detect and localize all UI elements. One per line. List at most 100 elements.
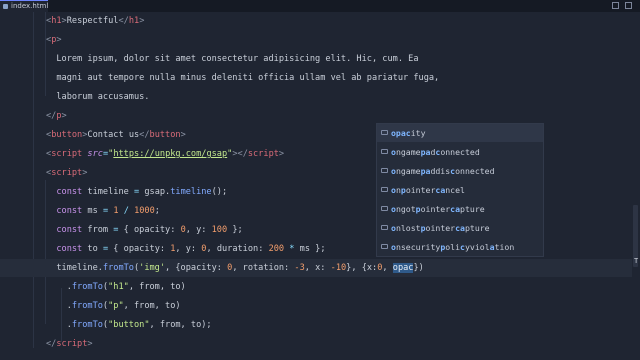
code-token: ms bbox=[82, 206, 103, 216]
code-token: . bbox=[46, 301, 72, 311]
code-token: timeline bbox=[82, 187, 134, 197]
code-line[interactable]: </script> bbox=[0, 335, 632, 353]
code-line[interactable]: .fromTo("p", from, to) bbox=[0, 297, 632, 315]
code-line-current[interactable]: timeline.fromTo('img', {opacity: 0, rota… bbox=[0, 259, 632, 277]
code-token: h1 bbox=[51, 16, 62, 26]
code-token: > bbox=[56, 35, 62, 45]
suggestion-text: yviol bbox=[464, 242, 490, 252]
code-text: <h1>Respectful</h1> bbox=[46, 15, 144, 27]
code-text: </p> bbox=[46, 110, 67, 122]
suggestion-text: ity bbox=[410, 128, 426, 138]
code-token: h1 bbox=[128, 16, 140, 26]
suggestion-item[interactable]: ongotpointercapture bbox=[377, 200, 543, 218]
code-text: <p> bbox=[46, 34, 62, 46]
suggestion-label: onsecuritypolicyviolation bbox=[391, 241, 514, 253]
code-token: const bbox=[56, 206, 83, 216]
code-text: const timeline = gsap.timeline(); bbox=[46, 186, 227, 198]
layout-icon[interactable] bbox=[625, 2, 632, 9]
code-text: .fromTo("p", from, to) bbox=[46, 300, 181, 312]
code-token: , rotation: bbox=[232, 263, 295, 273]
code-token: -3 bbox=[294, 263, 305, 273]
code-token: }) bbox=[413, 263, 424, 273]
code-token: , from, to); bbox=[149, 320, 212, 330]
code-text: laborum accusamus. bbox=[46, 91, 149, 103]
code-token: , {opacity: bbox=[165, 263, 228, 273]
code-token: Contact us bbox=[87, 130, 140, 140]
code-token: const bbox=[56, 225, 83, 235]
suggestion-label: opacity bbox=[391, 127, 426, 139]
suggestion-label: ongotpointercapture bbox=[391, 203, 485, 215]
suggestion-text: onnected bbox=[440, 147, 480, 157]
code-line[interactable]: <p> bbox=[0, 31, 632, 49]
match-highlight: pa bbox=[420, 166, 431, 176]
suggestion-text: ointer bbox=[420, 204, 451, 214]
code-token: script bbox=[56, 339, 88, 349]
code-token: script bbox=[51, 149, 83, 159]
suggestion-item[interactable]: ongamepadconnected bbox=[377, 143, 543, 161]
autocomplete-dropdown[interactable]: opacity ongamepadconnected ongamepaddiscon… bbox=[376, 123, 544, 257]
suggestion-text: ointer bbox=[425, 223, 456, 233]
code-token: from bbox=[82, 225, 114, 235]
suggestion-text: ngot bbox=[395, 204, 416, 214]
match-highlight: ca bbox=[455, 223, 465, 233]
suggestion-text: onnected bbox=[455, 166, 495, 176]
match-highlight: ca bbox=[435, 185, 446, 195]
code-token: ></ bbox=[232, 149, 248, 159]
code-token: 'img' bbox=[139, 263, 166, 273]
code-token: fromTo bbox=[102, 263, 134, 273]
code-token: > bbox=[82, 168, 88, 178]
code-line[interactable]: laborum accusamus. bbox=[0, 88, 632, 106]
code-token: timeline. bbox=[46, 263, 103, 273]
code-token: , x: bbox=[304, 263, 331, 273]
code-token: ms }; bbox=[294, 244, 326, 254]
code-token: script bbox=[51, 168, 83, 178]
code-token: . bbox=[46, 282, 72, 292]
tab-index-html[interactable]: index.html bbox=[0, 0, 48, 12]
code-token: . bbox=[46, 320, 72, 330]
code-line[interactable]: magni aut tempore nulla minus deleniti o… bbox=[0, 69, 632, 87]
split-editor-icon[interactable] bbox=[612, 2, 619, 9]
code-token: fromTo bbox=[71, 320, 103, 330]
suggestion-text: ngame bbox=[395, 147, 421, 157]
code-token: , from, to) bbox=[123, 301, 181, 311]
code-text: const to = { opacity: 1, y: 0, duration:… bbox=[46, 243, 326, 255]
suggestion-item[interactable]: onlostpointercapture bbox=[377, 219, 543, 237]
code-token: > bbox=[61, 111, 67, 121]
code-token: button bbox=[51, 130, 83, 140]
code-token: , duration: bbox=[206, 244, 269, 254]
code-line[interactable]: .fromTo("button", from, to); bbox=[0, 316, 632, 334]
match-highlight: opac bbox=[391, 128, 411, 138]
code-line[interactable]: <h1>Respectful</h1> bbox=[0, 12, 632, 30]
code-line[interactable]: Lorem ipsum, dolor sit amet consectetur … bbox=[0, 50, 632, 68]
code-token: { opacity: bbox=[108, 244, 171, 254]
code-token: to bbox=[82, 244, 103, 254]
code-token: { opacity: bbox=[118, 225, 181, 235]
code-token: const bbox=[56, 187, 83, 197]
match-highlight: pa bbox=[420, 147, 431, 157]
code-token: > bbox=[278, 149, 285, 159]
suggestion-text: ddis bbox=[430, 166, 451, 176]
code-editor[interactable]: <h1>Respectful</h1> <p> Lorem ipsum, dolo… bbox=[0, 12, 640, 360]
code-token: , bbox=[382, 263, 393, 273]
suggestion-text: oli bbox=[445, 242, 461, 252]
hover-hint: T bbox=[634, 257, 639, 265]
code-token: fromTo bbox=[71, 301, 103, 311]
code-token: , y: bbox=[175, 244, 202, 254]
suggestion-item[interactable]: ongamepaddisconnected bbox=[377, 162, 543, 180]
code-token: </ bbox=[46, 111, 57, 121]
suggestion-text: pture bbox=[460, 204, 485, 214]
code-text: .fromTo("h1", from, to) bbox=[46, 281, 186, 293]
property-icon bbox=[381, 187, 388, 192]
code-token: gsap. bbox=[139, 187, 171, 197]
suggestion-item[interactable]: onsecuritypolicyviolation bbox=[377, 238, 543, 256]
code-token: src bbox=[87, 149, 103, 159]
code-line[interactable]: .fromTo("h1", from, to) bbox=[0, 278, 632, 296]
suggestion-label: ongamepadconnected bbox=[391, 146, 480, 158]
code-text: .fromTo("button", from, to); bbox=[46, 319, 212, 331]
suggestion-item[interactable]: onpointercancel bbox=[377, 181, 543, 199]
suggestion-item[interactable]: opacity bbox=[377, 124, 543, 142]
code-token: </ bbox=[46, 339, 57, 349]
cursor-word: opac bbox=[392, 263, 414, 273]
